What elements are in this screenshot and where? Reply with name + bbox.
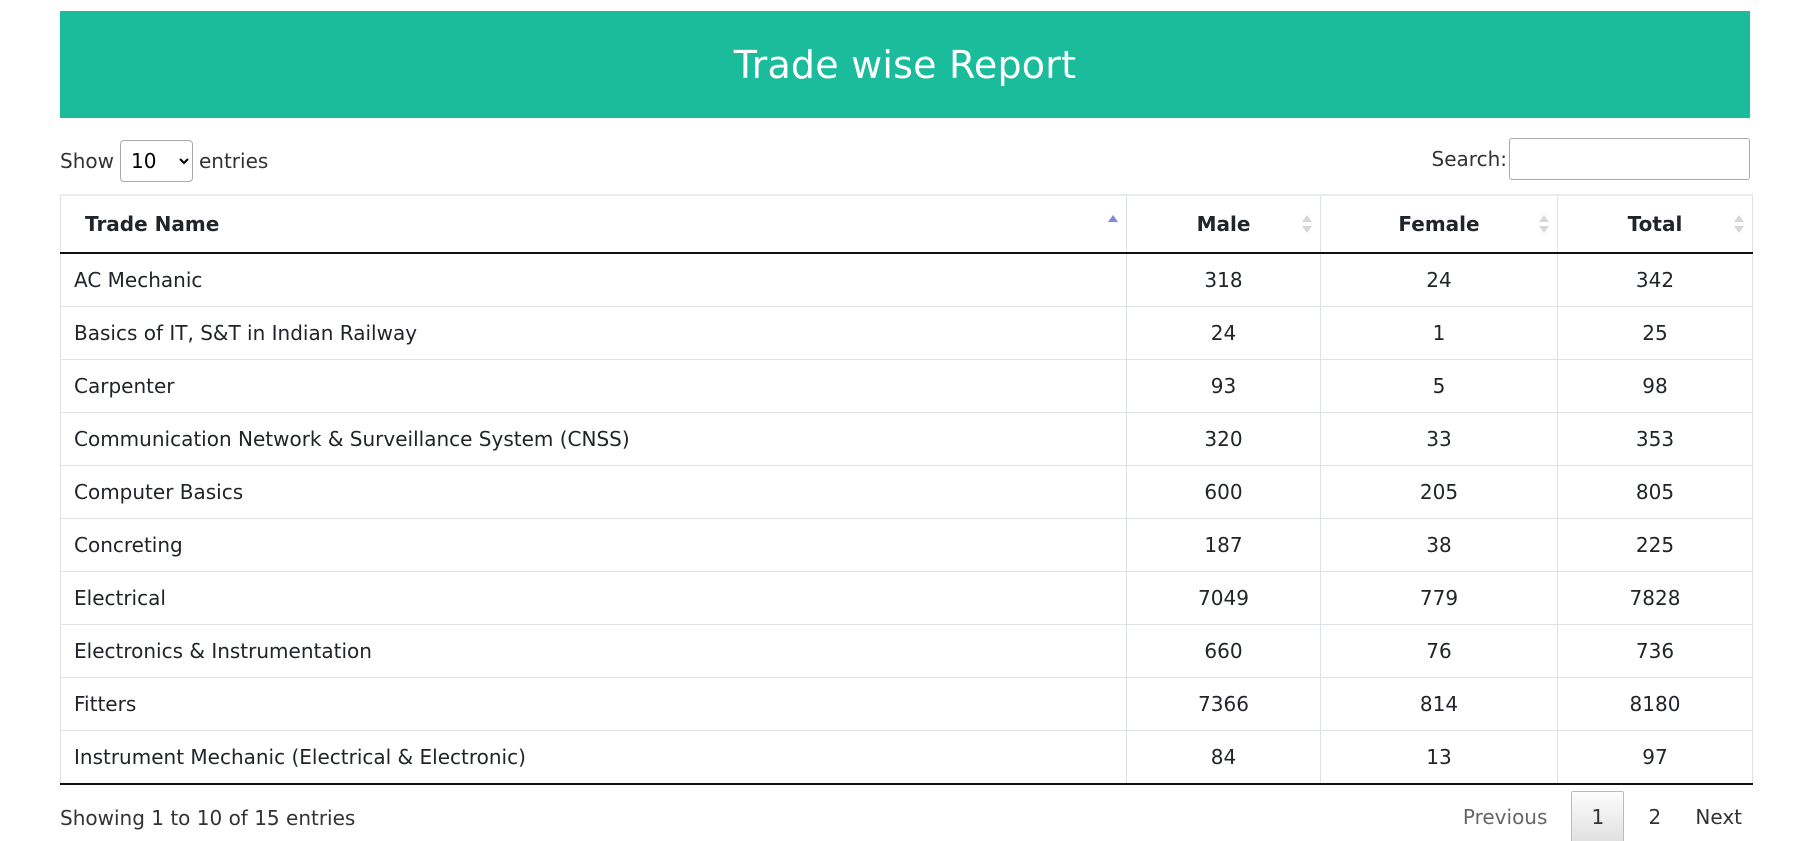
column-header-label: Male (1196, 212, 1251, 236)
cell-total: 342 (1557, 252, 1753, 307)
cell-male: 660 (1126, 624, 1321, 678)
cell-trade-name: Electrical (60, 571, 1127, 625)
table-body: AC Mechanic 318 24 342 Basics of IT, S&T… (60, 252, 1753, 785)
cell-total: 225 (1557, 518, 1753, 572)
sort-icon (1302, 214, 1312, 234)
sort-icon (1539, 214, 1549, 234)
cell-trade-name: Concreting (60, 518, 1127, 572)
table-row: Electrical 7049 779 7828 (60, 571, 1753, 625)
sort-icon (1734, 214, 1744, 234)
pagination: Previous 1 2 Next (1443, 790, 1750, 841)
cell-trade-name: Instrument Mechanic (Electrical & Electr… (60, 730, 1127, 785)
table-row: Computer Basics 600 205 805 (60, 465, 1753, 519)
cell-female: 5 (1320, 359, 1558, 413)
cell-female: 33 (1320, 412, 1558, 466)
cell-trade-name: Communication Network & Surveillance Sys… (60, 412, 1127, 466)
cell-trade-name: Basics of IT, S&T in Indian Railway (60, 306, 1127, 360)
table-header-row: Trade Name Male Female Total (60, 194, 1753, 254)
cell-male: 318 (1126, 252, 1321, 307)
table-row: Fitters 7366 814 8180 (60, 677, 1753, 731)
table-row: AC Mechanic 318 24 342 (60, 252, 1753, 307)
previous-page-button[interactable]: Previous (1443, 791, 1568, 841)
entries-length-control: Show 10 entries (60, 140, 268, 182)
entries-per-page-select[interactable]: 10 (119, 140, 193, 182)
cell-male: 84 (1126, 730, 1321, 785)
table-row: Concreting 187 38 225 (60, 518, 1753, 572)
cell-male: 187 (1126, 518, 1321, 572)
table-row: Electronics & Instrumentation 660 76 736 (60, 624, 1753, 678)
cell-male: 7366 (1126, 677, 1321, 731)
cell-female: 24 (1320, 252, 1558, 307)
column-header-label: Female (1398, 212, 1480, 236)
table-row: Communication Network & Surveillance Sys… (60, 412, 1753, 466)
cell-total: 736 (1557, 624, 1753, 678)
trade-table-container: Trade Name Male Female Total AC Mechanic… (60, 194, 1753, 785)
column-header-total[interactable]: Total (1557, 194, 1753, 254)
column-header-female[interactable]: Female (1320, 194, 1558, 254)
table-row: Basics of IT, S&T in Indian Railway 24 1… (60, 306, 1753, 360)
page-2-button[interactable]: 2 (1628, 791, 1681, 841)
page-1-button[interactable]: 1 (1571, 791, 1625, 841)
cell-trade-name: Computer Basics (60, 465, 1127, 519)
next-page-button[interactable]: Next (1681, 791, 1750, 841)
trade-table: Trade Name Male Female Total AC Mechanic… (60, 194, 1753, 785)
search-label: Search: (1431, 147, 1507, 171)
search-input[interactable] (1509, 138, 1750, 180)
table-controls: Show 10 entries Search: (60, 138, 1750, 184)
cell-female: 814 (1320, 677, 1558, 731)
cell-total: 7828 (1557, 571, 1753, 625)
table-info: Showing 1 to 10 of 15 entries (60, 806, 356, 830)
page: Trade wise Report Show 10 entries Search… (0, 0, 1807, 841)
cell-male: 24 (1126, 306, 1321, 360)
cell-trade-name: Electronics & Instrumentation (60, 624, 1127, 678)
cell-female: 1 (1320, 306, 1558, 360)
sort-asc-icon (1108, 214, 1118, 234)
cell-total: 8180 (1557, 677, 1753, 731)
table-row: Carpenter 93 5 98 (60, 359, 1753, 413)
cell-male: 93 (1126, 359, 1321, 413)
page-title: Trade wise Report (733, 42, 1077, 87)
cell-female: 38 (1320, 518, 1558, 572)
column-header-trade-name[interactable]: Trade Name (60, 194, 1127, 254)
cell-male: 600 (1126, 465, 1321, 519)
cell-trade-name: Carpenter (60, 359, 1127, 413)
show-label: Show (60, 149, 114, 173)
cell-total: 25 (1557, 306, 1753, 360)
report-title-banner: Trade wise Report (60, 11, 1750, 118)
column-header-label: Total (1627, 212, 1683, 236)
cell-male: 7049 (1126, 571, 1321, 625)
entries-label: entries (198, 149, 269, 173)
cell-total: 97 (1557, 730, 1753, 785)
column-header-label: Trade Name (85, 212, 220, 236)
cell-female: 779 (1320, 571, 1558, 625)
column-header-male[interactable]: Male (1126, 194, 1321, 254)
cell-trade-name: Fitters (60, 677, 1127, 731)
table-row: Instrument Mechanic (Electrical & Electr… (60, 730, 1753, 785)
cell-trade-name: AC Mechanic (60, 252, 1127, 307)
search-control: Search: (1432, 138, 1750, 180)
cell-female: 205 (1320, 465, 1558, 519)
cell-total: 353 (1557, 412, 1753, 466)
cell-total: 805 (1557, 465, 1753, 519)
cell-male: 320 (1126, 412, 1321, 466)
cell-total: 98 (1557, 359, 1753, 413)
cell-female: 76 (1320, 624, 1558, 678)
cell-female: 13 (1320, 730, 1558, 785)
